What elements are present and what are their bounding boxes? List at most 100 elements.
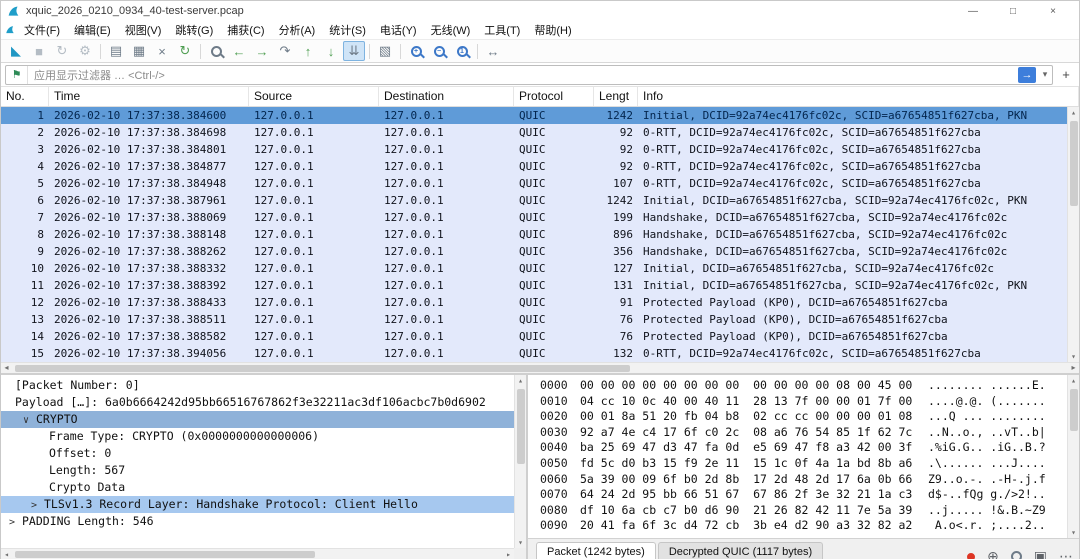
detail-line-padding[interactable]: > PADDING Length: 546 — [1, 513, 514, 530]
detail-line[interactable]: [Packet Number: 0] — [1, 377, 514, 394]
packet-list-vertical-scrollbar[interactable]: ▴ ▾ — [1067, 107, 1079, 362]
colorize-icon[interactable]: ▧ — [374, 41, 396, 61]
scrollbar-thumb[interactable] — [517, 389, 525, 464]
packet-row[interactable]: 1 2026-02-10 17:37:38.384600 127.0.0.1 1… — [1, 107, 1079, 124]
scroll-up-icon[interactable]: ▴ — [1068, 107, 1079, 118]
go-back-icon[interactable]: ← — [228, 41, 250, 61]
column-header-no[interactable]: No. — [1, 87, 49, 106]
more-icon[interactable]: ⋯ — [1059, 548, 1073, 559]
column-header-protocol[interactable]: Protocol — [514, 87, 594, 106]
packet-row[interactable]: 2 2026-02-10 17:37:38.384698 127.0.0.1 1… — [1, 124, 1079, 141]
scroll-down-icon[interactable]: ▾ — [515, 537, 526, 548]
capture-stop-icon[interactable]: ■ — [28, 41, 50, 61]
save-file-icon[interactable]: ▦ — [128, 41, 150, 61]
scroll-up-icon[interactable]: ▴ — [515, 375, 526, 386]
reload-file-icon[interactable]: ↻ — [174, 41, 196, 61]
zoom-out-icon[interactable]: − — [428, 41, 450, 61]
menu-go[interactable]: 跳转(G) — [168, 21, 220, 39]
menu-file[interactable]: 文件(F) — [17, 21, 67, 39]
detail-vertical-scrollbar[interactable]: ▴ ▾ — [514, 375, 526, 548]
detail-line-tls[interactable]: > TLSv1.3 Record Layer: Handshake Protoco… — [1, 496, 514, 513]
packet-row[interactable]: 11 2026-02-10 17:37:38.388392 127.0.0.1 … — [1, 277, 1079, 294]
hex-row[interactable]: 0070 64 24 2d 95 bb 66 51 67 67 86 2f 3e … — [540, 487, 1065, 503]
menu-edit[interactable]: 编辑(E) — [67, 21, 118, 39]
detail-line[interactable]: Length: 567 — [1, 462, 514, 479]
scroll-up-icon[interactable]: ▴ — [1068, 375, 1079, 386]
menu-view[interactable]: 视图(V) — [118, 21, 169, 39]
packet-row[interactable]: 7 2026-02-10 17:37:38.388069 127.0.0.1 1… — [1, 209, 1079, 226]
packet-row[interactable]: 15 2026-02-10 17:37:38.394056 127.0.0.1 … — [1, 345, 1079, 362]
scrollbar-thumb[interactable] — [1070, 389, 1078, 431]
hex-vertical-scrollbar[interactable]: ▴ ▾ — [1067, 375, 1079, 538]
packet-row[interactable]: 12 2026-02-10 17:37:38.388433 127.0.0.1 … — [1, 294, 1079, 311]
detail-line[interactable]: Offset: 0 — [1, 445, 514, 462]
hex-row[interactable]: 0090 20 41 fa 6f 3c d4 72 cb 3b e4 d2 90 … — [540, 518, 1065, 534]
expander-icon[interactable]: > — [31, 497, 44, 513]
hex-row[interactable]: 0010 04 cc 10 0c 40 00 40 11 28 13 7f 00 … — [540, 394, 1065, 410]
packet-row[interactable]: 8 2026-02-10 17:37:38.388148 127.0.0.1 1… — [1, 226, 1079, 243]
scroll-right-icon[interactable]: ▸ — [503, 549, 514, 559]
detail-horizontal-scrollbar[interactable]: ◂ ▸ — [1, 548, 514, 559]
go-forward-icon[interactable]: → — [251, 41, 273, 61]
last-packet-icon[interactable]: ↓ — [320, 41, 342, 61]
zoom-in-icon[interactable]: + — [405, 41, 427, 61]
resize-columns-icon[interactable]: ↔ — [482, 41, 504, 61]
detail-line[interactable]: Payload […]: 6a0b6664242d95bb66516767862… — [1, 394, 514, 411]
hex-row[interactable]: 0000 00 00 00 00 00 00 00 00 00 00 00 00 … — [540, 378, 1065, 394]
scrollbar-thumb[interactable] — [1070, 121, 1078, 206]
menu-analyze[interactable]: 分析(A) — [272, 21, 323, 39]
hex-row[interactable]: 0020 00 01 8a 51 20 fb 04 b8 02 cc cc 00 … — [540, 409, 1065, 425]
filter-dropdown-icon[interactable]: ▾ — [1038, 69, 1052, 80]
packet-row[interactable]: 3 2026-02-10 17:37:38.384801 127.0.0.1 1… — [1, 141, 1079, 158]
minimize-button[interactable]: — — [953, 1, 993, 21]
scroll-down-icon[interactable]: ▾ — [1068, 527, 1079, 538]
hex-row[interactable]: 0040 ba 25 69 47 d3 47 fa 0d e5 69 47 f8 … — [540, 440, 1065, 456]
crosshair-icon[interactable]: ⊕ — [987, 548, 999, 559]
menu-telephony[interactable]: 电话(Y) — [373, 21, 424, 39]
packet-row[interactable]: 4 2026-02-10 17:37:38.384877 127.0.0.1 1… — [1, 158, 1079, 175]
close-button[interactable]: × — [1033, 1, 1073, 21]
packet-row[interactable]: 5 2026-02-10 17:37:38.384948 127.0.0.1 1… — [1, 175, 1079, 192]
hex-row[interactable]: 0050 fd 5c d0 b3 15 f9 2e 11 15 1c 0f 4a … — [540, 456, 1065, 472]
zoom-original-icon[interactable]: 1 — [451, 41, 473, 61]
detail-line-crypto[interactable]: ∨ CRYPTO — [1, 411, 514, 428]
column-header-source[interactable]: Source — [249, 87, 379, 106]
packet-list-horizontal-scrollbar[interactable]: ◂ ▸ — [1, 362, 1079, 373]
go-to-packet-icon[interactable]: ↷ — [274, 41, 296, 61]
packet-row[interactable]: 10 2026-02-10 17:37:38.388332 127.0.0.1 … — [1, 260, 1079, 277]
capture-restart-icon[interactable]: ↻ — [51, 41, 73, 61]
scroll-left-icon[interactable]: ◂ — [1, 363, 12, 373]
image-icon[interactable]: ▣ — [1034, 548, 1047, 559]
detail-line[interactable]: Frame Type: CRYPTO (0x0000000000000006) — [1, 428, 514, 445]
record-icon[interactable] — [967, 552, 976, 559]
scroll-left-icon[interactable]: ◂ — [1, 549, 12, 559]
first-packet-icon[interactable]: ↑ — [297, 41, 319, 61]
detail-line[interactable]: Crypto Data — [1, 479, 514, 496]
packet-row[interactable]: 6 2026-02-10 17:37:38.387961 127.0.0.1 1… — [1, 192, 1079, 209]
hex-row[interactable]: 0080 df 10 6a cb c7 b0 d6 90 21 26 82 42 … — [540, 503, 1065, 519]
tab-packet-bytes[interactable]: Packet (1242 bytes) — [536, 542, 656, 559]
auto-scroll-icon[interactable]: ⇊ — [343, 41, 365, 61]
expander-icon[interactable]: > — [9, 514, 22, 530]
menu-help[interactable]: 帮助(H) — [527, 21, 578, 39]
filter-bookmark-icon[interactable]: ⚑ — [6, 65, 28, 84]
filter-apply-icon[interactable]: → — [1018, 66, 1036, 83]
open-file-icon[interactable]: ▤ — [105, 41, 127, 61]
menu-capture[interactable]: 捕获(C) — [220, 21, 271, 39]
column-header-info[interactable]: Info — [638, 87, 1079, 106]
scrollbar-thumb[interactable] — [15, 365, 630, 372]
menu-wireless[interactable]: 无线(W) — [424, 21, 478, 39]
scrollbar-thumb[interactable] — [15, 551, 315, 558]
close-file-icon[interactable]: × — [151, 41, 173, 61]
column-header-destination[interactable]: Destination — [379, 87, 514, 106]
display-filter-input[interactable]: ⚑ 应用显示过滤器 … <Ctrl-/> → ▾ — [5, 64, 1053, 85]
filter-add-button[interactable]: + — [1057, 67, 1075, 82]
magnifier-overlay-icon[interactable] — [1010, 551, 1022, 559]
packet-row[interactable]: 14 2026-02-10 17:37:38.388582 127.0.0.1 … — [1, 328, 1079, 345]
maximize-button[interactable]: □ — [993, 1, 1033, 21]
hex-row[interactable]: 0030 92 a7 4e c4 17 6f c0 2c 08 a6 76 54 … — [540, 425, 1065, 441]
column-header-length[interactable]: Lengt — [594, 87, 638, 106]
menu-statistics[interactable]: 统计(S) — [322, 21, 373, 39]
menu-tools[interactable]: 工具(T) — [477, 21, 527, 39]
capture-options-icon[interactable]: ⚙ — [74, 41, 96, 61]
